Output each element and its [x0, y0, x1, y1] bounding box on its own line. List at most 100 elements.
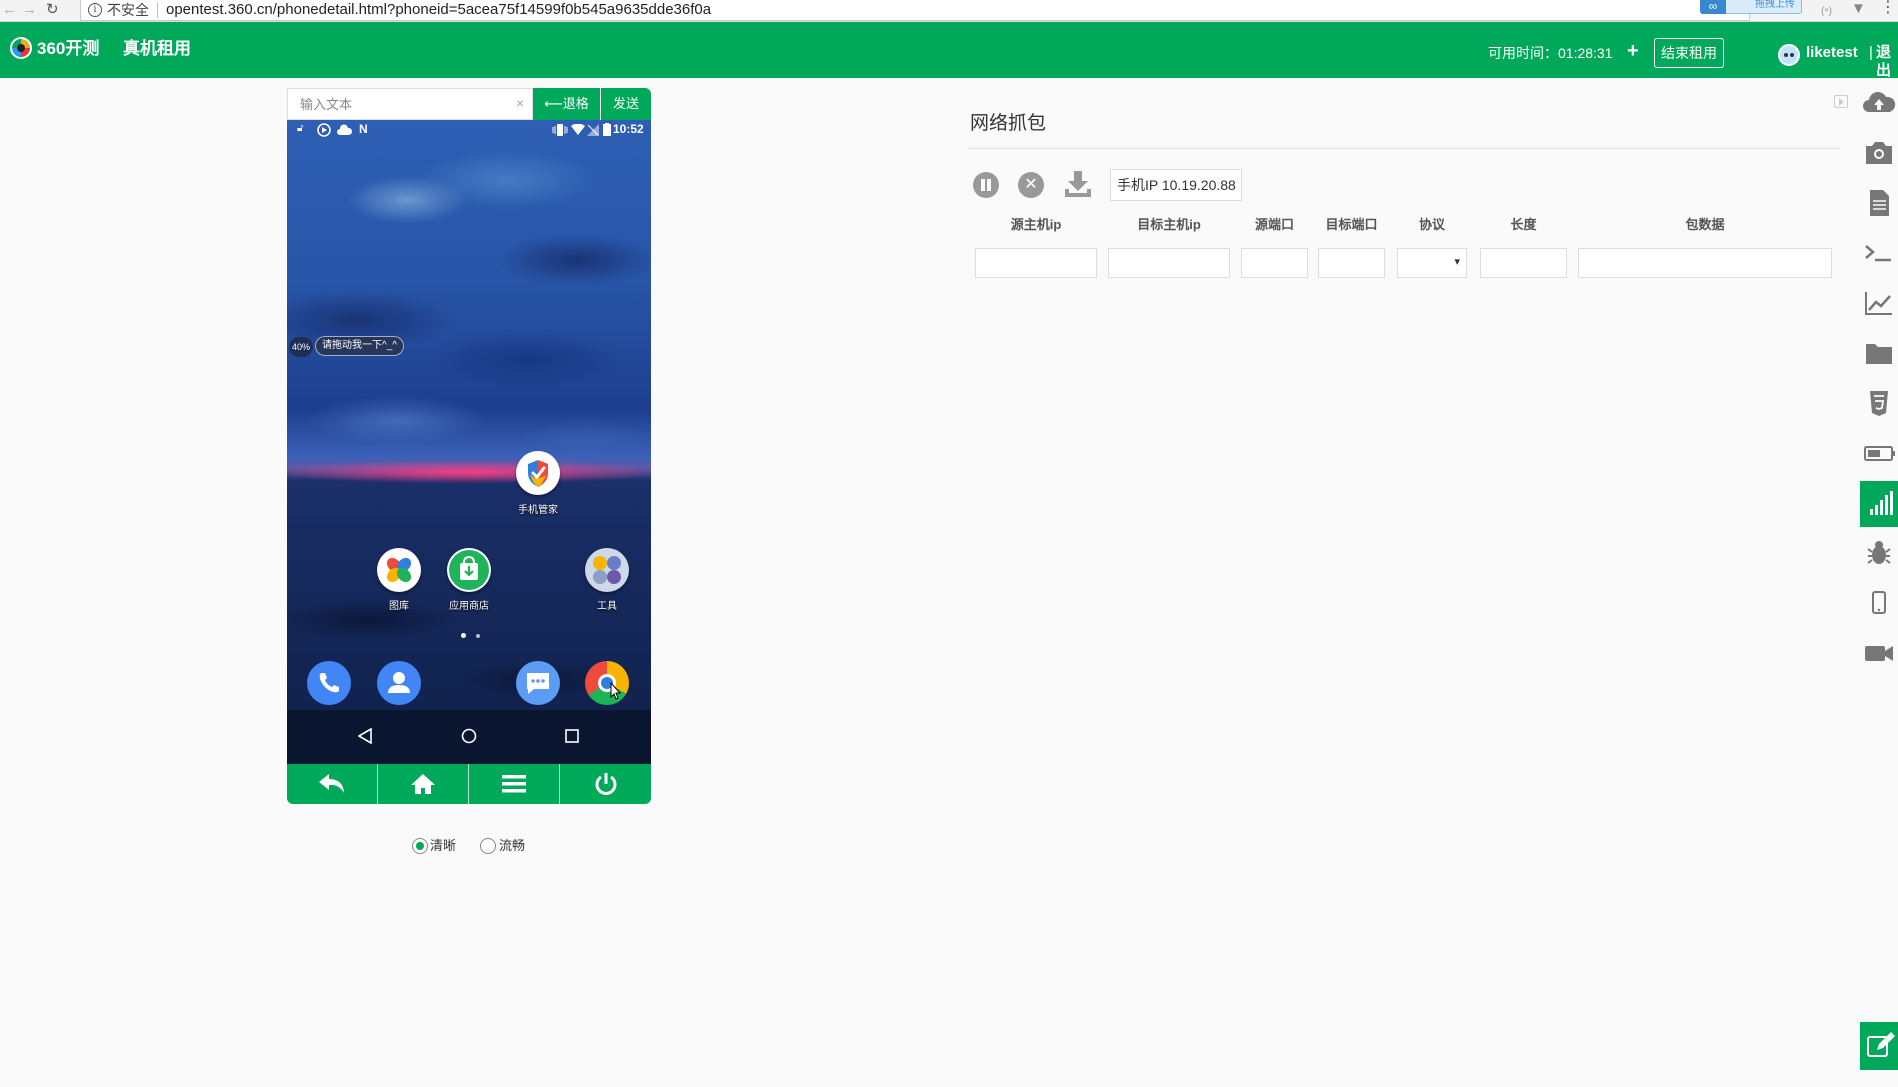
- extension-icon[interactable]: (॰): [1821, 3, 1832, 17]
- quality-smooth-radio[interactable]: [480, 838, 496, 854]
- android-nav-bar: [287, 710, 651, 764]
- app-header: 360开测 真机租用 可用时间：01:28:31 + 结束租用 liketest…: [0, 22, 1898, 80]
- brand-name[interactable]: 360开测: [37, 39, 99, 59]
- column-dest-port: 目标端口: [1325, 217, 1378, 232]
- collapse-panel-icon[interactable]: [1834, 95, 1848, 108]
- phone-power-button[interactable]: [560, 764, 651, 804]
- upload-icon[interactable]: [1860, 85, 1898, 123]
- network-capture-tab[interactable]: [1860, 481, 1898, 527]
- android-back-icon[interactable]: [358, 728, 372, 744]
- menu-icon: [502, 775, 526, 793]
- tools-folder-icon[interactable]: [585, 548, 629, 592]
- infinity-icon[interactable]: ∞: [1700, 0, 1726, 14]
- forward-icon[interactable]: →: [22, 1, 37, 19]
- available-time: 可用时间：01:28:31: [1488, 45, 1613, 61]
- undo-arrow-icon: [319, 774, 344, 793]
- browser-menu-icon[interactable]: ⋮: [1880, 0, 1896, 16]
- android-recents-icon[interactable]: [565, 729, 579, 743]
- filter-source-ip[interactable]: [975, 248, 1097, 278]
- lock-icon: 🔓︎: [297, 123, 304, 134]
- app-store-label: 应用商店: [449, 601, 489, 612]
- signal-icon: [1870, 491, 1893, 515]
- video-icon[interactable]: [1860, 634, 1898, 672]
- filter-dest-ip[interactable]: [1108, 248, 1230, 278]
- quality-smooth-label[interactable]: 流畅: [499, 838, 525, 854]
- quality-clear-label[interactable]: 清晰: [430, 838, 456, 854]
- column-dest-ip: 目标主机ip: [1137, 217, 1201, 232]
- avatar[interactable]: [1778, 44, 1800, 66]
- phone-home-button[interactable]: [378, 764, 469, 804]
- floating-percent-badge[interactable]: 40%: [289, 337, 313, 357]
- address-separator: [157, 3, 158, 18]
- phone-screen[interactable]: 🔓︎ N 10:52 40% 请拖动我一下^_^ 手机管家 图库 应用商店 工具: [287, 120, 651, 764]
- phone-icon[interactable]: [1860, 584, 1898, 622]
- back-icon[interactable]: ←: [2, 1, 17, 19]
- insecure-label: 不安全: [107, 2, 149, 18]
- html5-icon[interactable]: [1860, 384, 1898, 422]
- clear-input-icon[interactable]: ×: [516, 95, 524, 111]
- folder-icon[interactable]: [1860, 334, 1898, 372]
- column-protocol: 协议: [1418, 217, 1445, 232]
- nav-real-device-rental[interactable]: 真机租用: [123, 39, 191, 59]
- terminal-icon[interactable]: [1860, 234, 1898, 272]
- column-length: 长度: [1510, 217, 1537, 232]
- status-time: 10:52: [613, 122, 644, 136]
- download-icon: [1065, 171, 1091, 197]
- pause-capture-button[interactable]: [973, 172, 999, 198]
- column-source-port: 源端口: [1254, 217, 1294, 232]
- username[interactable]: liketest: [1806, 44, 1858, 62]
- quality-clear-radio[interactable]: [412, 838, 428, 854]
- download-capture-button[interactable]: [1063, 169, 1093, 199]
- camera-icon[interactable]: [1860, 134, 1898, 172]
- reload-icon[interactable]: ↻: [46, 1, 59, 19]
- title-divider: [968, 148, 1840, 149]
- brand-logo-icon[interactable]: [10, 37, 32, 59]
- gallery-app-label: 图库: [389, 601, 409, 612]
- send-button[interactable]: 发送: [601, 88, 651, 120]
- feedback-edit-button[interactable]: [1860, 1022, 1898, 1070]
- browser-app-icon[interactable]: [585, 661, 629, 705]
- column-source-ip: 源主机ip: [1010, 217, 1062, 232]
- page-indicator: [476, 634, 480, 638]
- phone-ip-display: 手机IP 10.19.20.88: [1110, 169, 1242, 201]
- filter-dest-port[interactable]: [1318, 248, 1385, 278]
- filter-packet-data[interactable]: [1578, 248, 1832, 278]
- filter-source-port[interactable]: [1241, 248, 1308, 278]
- edit-icon: [1867, 1032, 1895, 1057]
- clear-capture-button[interactable]: ✕: [1018, 172, 1044, 198]
- bug-icon[interactable]: [1860, 534, 1898, 572]
- vibrate-icon: [552, 124, 568, 136]
- phone-menu-button[interactable]: [469, 764, 560, 804]
- tools-folder-label: 工具: [597, 601, 617, 612]
- phone-dialer-icon[interactable]: [307, 661, 351, 705]
- battery-icon[interactable]: [1860, 434, 1898, 472]
- info-icon[interactable]: i: [88, 3, 102, 17]
- home-icon: [411, 774, 435, 794]
- cloud-icon: [337, 124, 352, 135]
- column-packet-data: 包数据: [1685, 217, 1725, 232]
- phone-status-bar: 🔓︎ N 10:52: [287, 120, 651, 140]
- contacts-icon[interactable]: [377, 661, 421, 705]
- messages-icon[interactable]: [516, 661, 560, 705]
- filter-protocol-select[interactable]: [1397, 248, 1467, 278]
- end-rental-button[interactable]: 结束租用: [1654, 38, 1724, 68]
- phone-back-button[interactable]: [287, 764, 378, 804]
- app-store-icon[interactable]: [447, 548, 491, 592]
- floating-drag-tip[interactable]: 请拖动我一下^_^: [315, 336, 404, 356]
- vivaldi-icon[interactable]: ▼: [1851, 0, 1866, 17]
- extend-time-button[interactable]: +: [1627, 41, 1639, 61]
- phone-text-input[interactable]: [287, 88, 533, 120]
- android-home-icon[interactable]: [461, 728, 477, 744]
- document-icon[interactable]: [1860, 184, 1898, 222]
- play-icon: [317, 123, 331, 137]
- page-indicator-active: [461, 633, 466, 638]
- filter-length[interactable]: [1480, 248, 1567, 278]
- backspace-button[interactable]: ⟵退格: [533, 88, 601, 120]
- logout-link[interactable]: 退出: [1876, 44, 1898, 80]
- signal-status-icon: [587, 124, 599, 136]
- phone-manager-app-icon[interactable]: [516, 451, 560, 495]
- header-separator: |: [1869, 44, 1873, 61]
- gallery-app-icon[interactable]: [377, 548, 421, 592]
- url-text[interactable]: opentest.360.cn/phonedetail.html?phoneid…: [166, 1, 711, 19]
- chart-icon[interactable]: [1860, 284, 1898, 322]
